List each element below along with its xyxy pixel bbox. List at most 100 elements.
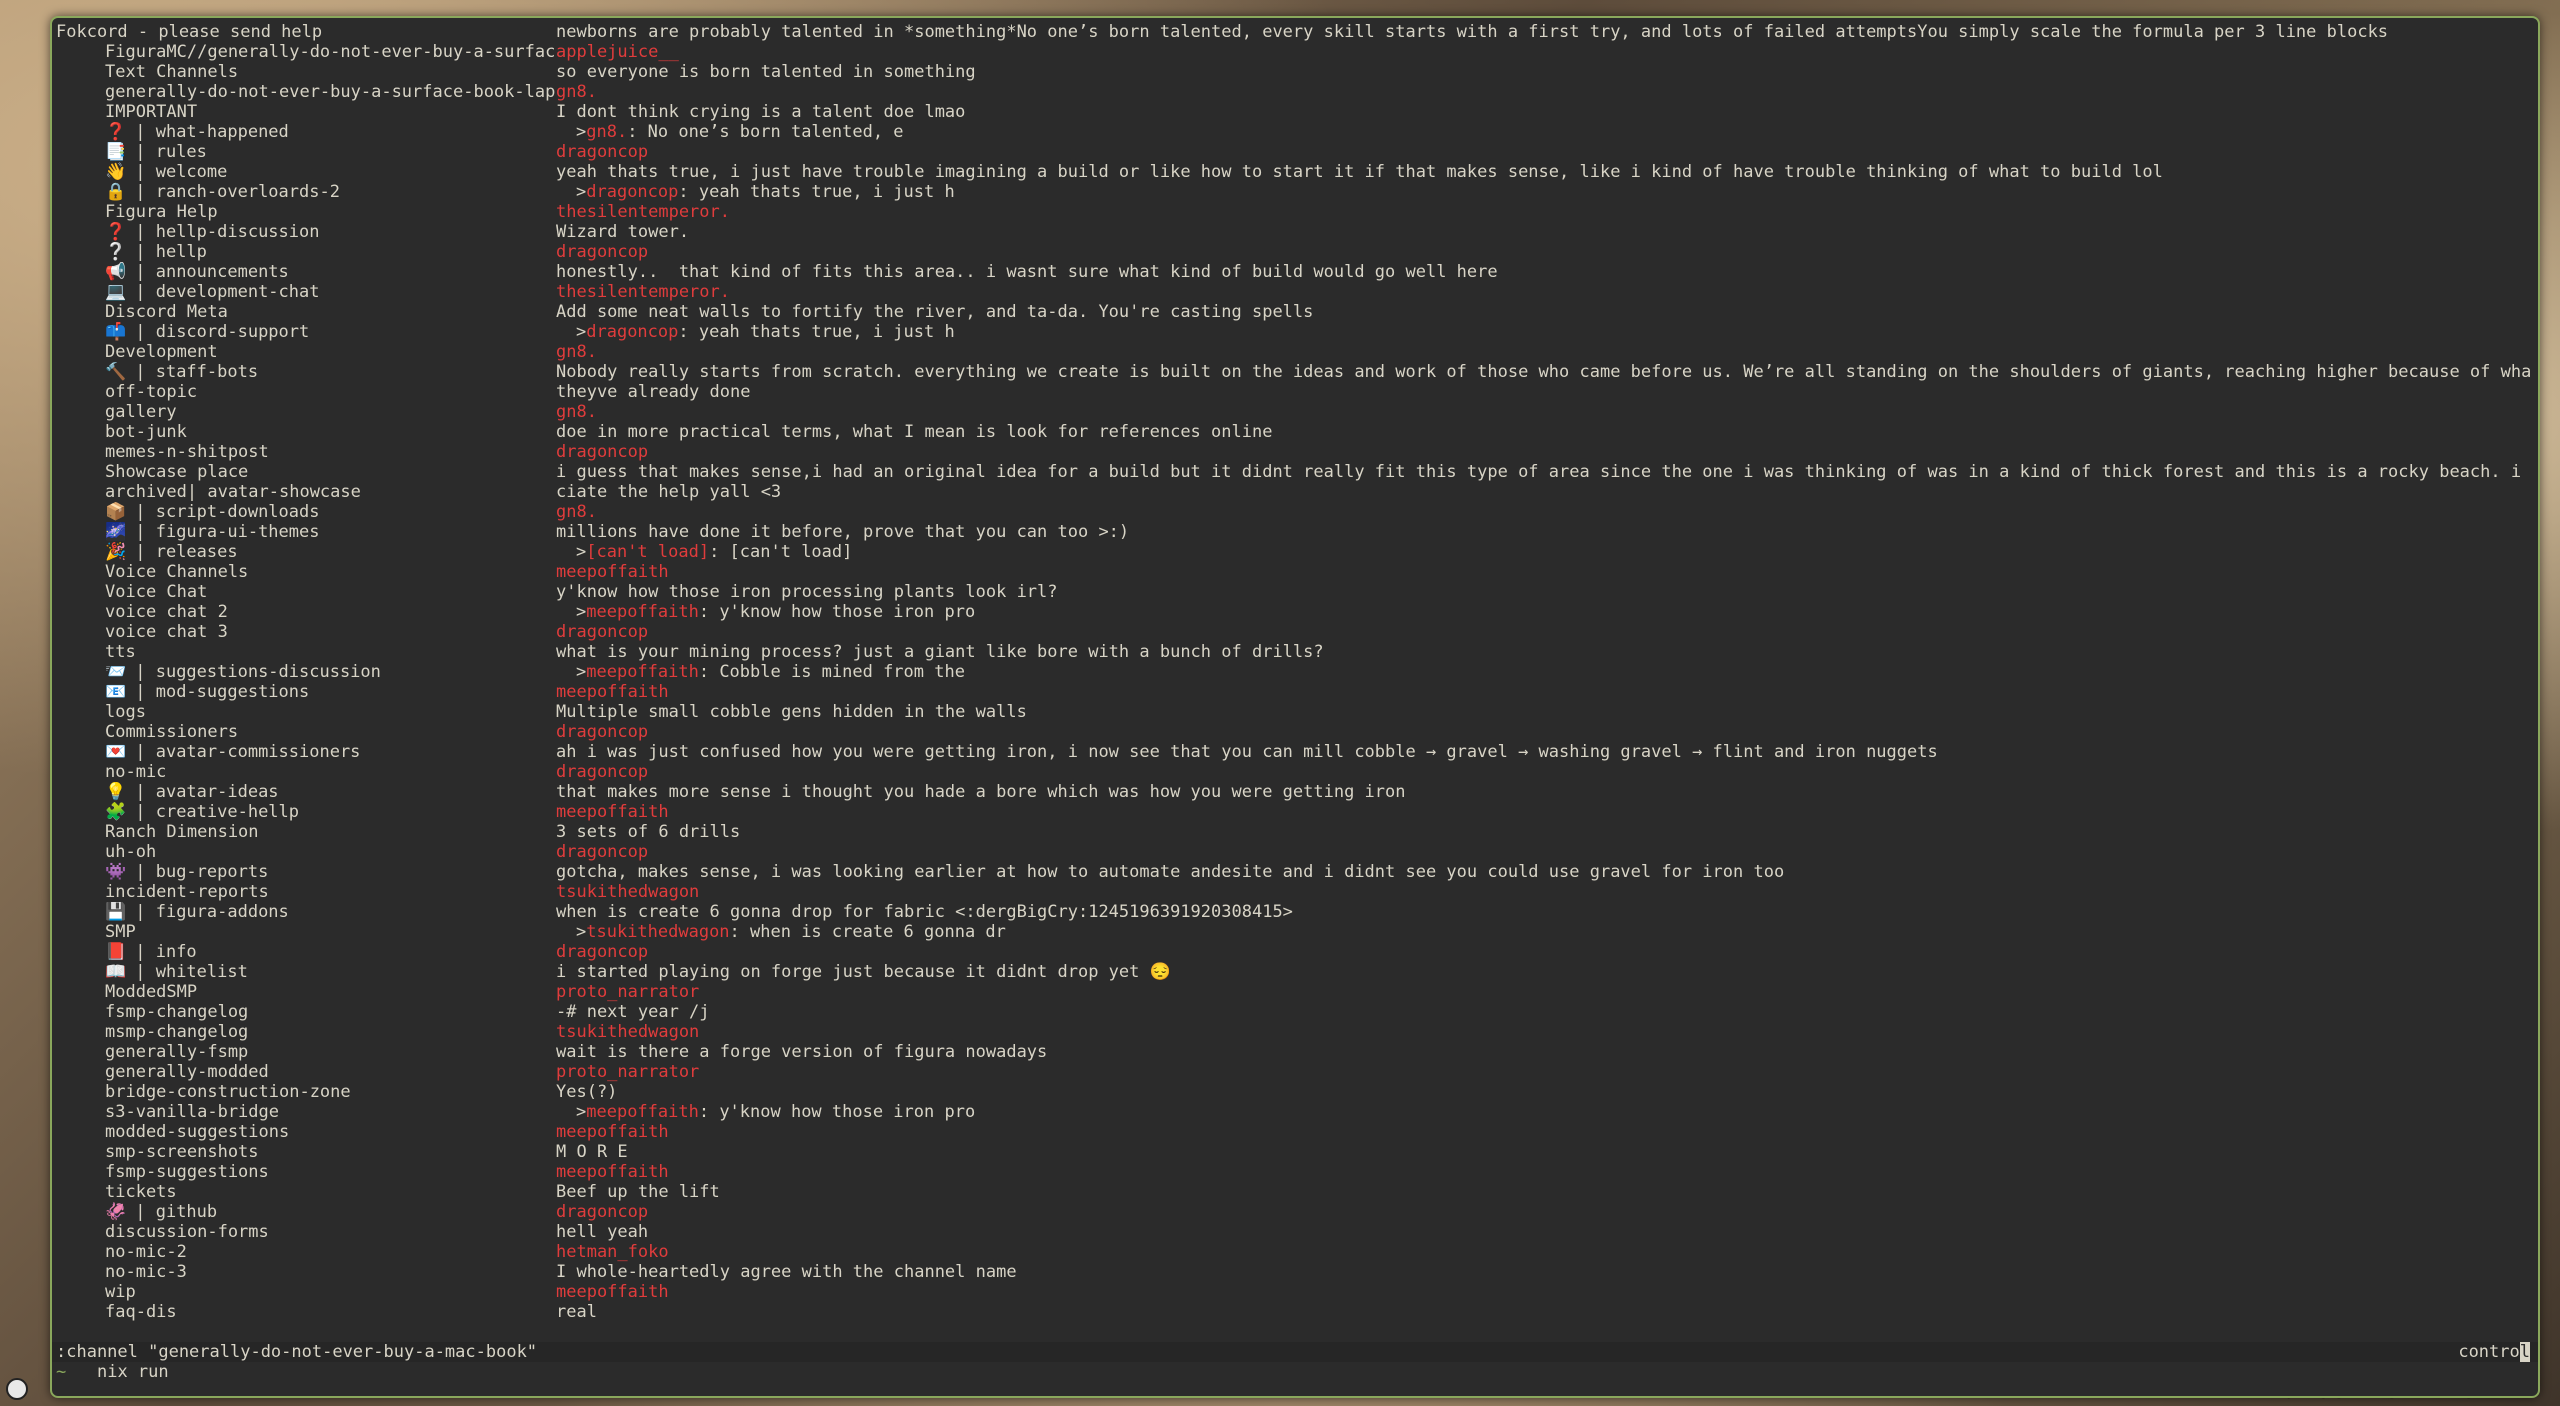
channel-item[interactable]: generally-do-not-ever-buy-a-surface-book… [56,82,556,102]
channel-item[interactable]: 📕 | info [56,942,556,962]
channel-name: bot-junk [105,422,187,442]
channel-item[interactable]: 📨 | suggestions-discussion [56,662,556,682]
channel-item[interactable]: 💻 | development-chat [56,282,556,302]
channel-item[interactable]: bot-junk [56,422,556,442]
channel-item[interactable]: 📦 | script-downloads [56,502,556,522]
channel-item[interactable]: Development [56,342,556,362]
channel-item[interactable]: 🦑 | github [56,1202,556,1222]
channel-item[interactable]: ❓ | what-happened [56,122,556,142]
message-text: 3 sets of 6 drills [556,822,741,842]
channel-item[interactable]: 💾 | figura-addons [56,902,556,922]
message-text: I whole-heartedly agree with the channel… [556,1262,1017,1282]
channel-name: ranch-overloards-2 [155,182,340,202]
channel-emoji-icon: 📫 [105,322,127,342]
channel-item[interactable]: incident-reports [56,882,556,902]
message-text: Nobody really starts from scratch. every… [556,362,2532,382]
channel-item[interactable]: 🔒 | ranch-overloards-2 [56,182,556,202]
channel-item[interactable]: SMP [56,922,556,942]
channel-item[interactable]: archived| avatar-showcase [56,482,556,502]
channel-item[interactable]: uh-oh [56,842,556,862]
channel-item[interactable]: s3-vanilla-bridge [56,1102,556,1122]
channel-item[interactable]: fsmp-changelog [56,1002,556,1022]
channel-item[interactable]: tickets [56,1182,556,1202]
channel-item[interactable]: bridge-construction-zone [56,1082,556,1102]
message-author: meepoffaith [556,562,669,582]
channel-item[interactable]: 👾 | bug-reports [56,862,556,882]
channel-item[interactable]: 📢 | announcements [56,262,556,282]
channel-item[interactable]: 🧩 | creative-hellp [56,802,556,822]
channel-name: logs [105,702,146,722]
channel-item[interactable]: tts [56,642,556,662]
reply-quote: >tsukithedwagon: when is create 6 gonna … [556,922,2532,942]
channel-item[interactable]: ❔ | hellp [56,242,556,262]
channel-emoji-icon: 🔨 [105,362,127,382]
channel-item[interactable]: modded-suggestions [56,1122,556,1142]
channel-item[interactable]: voice chat 2 [56,602,556,622]
channel-name: generally-fsmp [105,1042,249,1062]
channel-item[interactable]: memes-n-shitpost [56,442,556,462]
channel-item[interactable]: generally-fsmp [56,1042,556,1062]
message-author: dragoncop [556,722,649,742]
channel-item[interactable]: generally-modded [56,1062,556,1082]
channel-item[interactable]: gallery [56,402,556,422]
channel-item[interactable]: 💡 | avatar-ideas [56,782,556,802]
channel-item[interactable]: ❓ | hellp-discussion [56,222,556,242]
channel-item[interactable]: Voice Chat [56,582,556,602]
reply-marker: > [576,542,587,562]
channel-item[interactable]: 🎉 | releases [56,542,556,562]
reply-quote: >meepoffaith: y'know how those iron pro [556,1102,2532,1122]
channel-item[interactable]: IMPORTANT [56,102,556,122]
terminal-window[interactable]: Fokcord - please send help FiguraMC//gen… [50,16,2540,1398]
channel-item[interactable]: fsmp-suggestions [56,1162,556,1182]
channel-item[interactable]: wip [56,1282,556,1302]
channel-separator: | [125,322,156,342]
channel-item[interactable]: no-mic-3 [56,1262,556,1282]
channel-item[interactable]: 👋 | welcome [56,162,556,182]
channel-item[interactable]: msmp-changelog [56,1022,556,1042]
channel-item[interactable]: 📑 | rules [56,142,556,162]
channel-name: bridge-construction-zone [105,1082,351,1102]
channel-item[interactable]: voice chat 3 [56,622,556,642]
channel-item[interactable]: Discord Meta [56,302,556,322]
channel-item[interactable]: faq-dis [56,1302,556,1322]
channel-item[interactable]: smp-screenshots [56,1142,556,1162]
channel-name: releases [155,542,238,562]
channel-name: memes-n-shitpost [105,442,269,462]
channel-emoji-icon: 👾 [105,862,127,882]
message-text: millions have done it before, prove that… [556,522,1130,542]
notification-icon[interactable] [6,1378,28,1400]
channel-item[interactable]: Text Channels [56,62,556,82]
channel-name: discussion-forms [105,1222,269,1242]
channel-sidebar: Fokcord - please send help FiguraMC//gen… [56,22,556,1322]
channel-item[interactable]: Voice Channels [56,562,556,582]
channel-item[interactable]: 📫 | discord-support [56,322,556,342]
channel-item[interactable]: ModdedSMP [56,982,556,1002]
channel-item[interactable]: Commissioners [56,722,556,742]
channel-item[interactable]: no-mic [56,762,556,782]
channel-separator: | [125,942,156,962]
channel-name: Showcase place [105,462,249,482]
channel-item[interactable]: Figura Help [56,202,556,222]
channel-item[interactable]: logs [56,702,556,722]
channel-item[interactable]: 🌌 | figura-ui-themes [56,522,556,542]
channel-item[interactable]: no-mic-2 [56,1242,556,1262]
channel-item[interactable]: 💌 | avatar-commissioners [56,742,556,762]
command-line[interactable]: :channel "generally-do-not-ever-buy-a-ma… [56,1342,537,1362]
channel-name: faq-dis [105,1302,177,1322]
channel-item[interactable]: 🔨 | staff-bots [56,362,556,382]
shell-prompt-line[interactable]: ~ nix run [56,1362,169,1382]
channel-item[interactable]: Ranch Dimension [56,822,556,842]
channel-name: Commissioners [105,722,239,742]
channel-item[interactable]: 📖 | whitelist [56,962,556,982]
channel-item[interactable]: 📧 | mod-suggestions [56,682,556,702]
channel-item[interactable]: off-topic [56,382,556,402]
reply-author: gn8. [586,122,628,142]
channel-separator: | [125,222,156,242]
channel-emoji-icon: 📧 [105,682,127,702]
message-author: thesilentemperor. [556,202,730,222]
message-text: y'know how those iron processing plants … [556,582,1058,602]
channel-item[interactable]: Showcase place [56,462,556,482]
channel-item[interactable]: discussion-forms [56,1222,556,1242]
channel-separator: | [125,862,156,882]
channel-name: no-mic [105,762,167,782]
